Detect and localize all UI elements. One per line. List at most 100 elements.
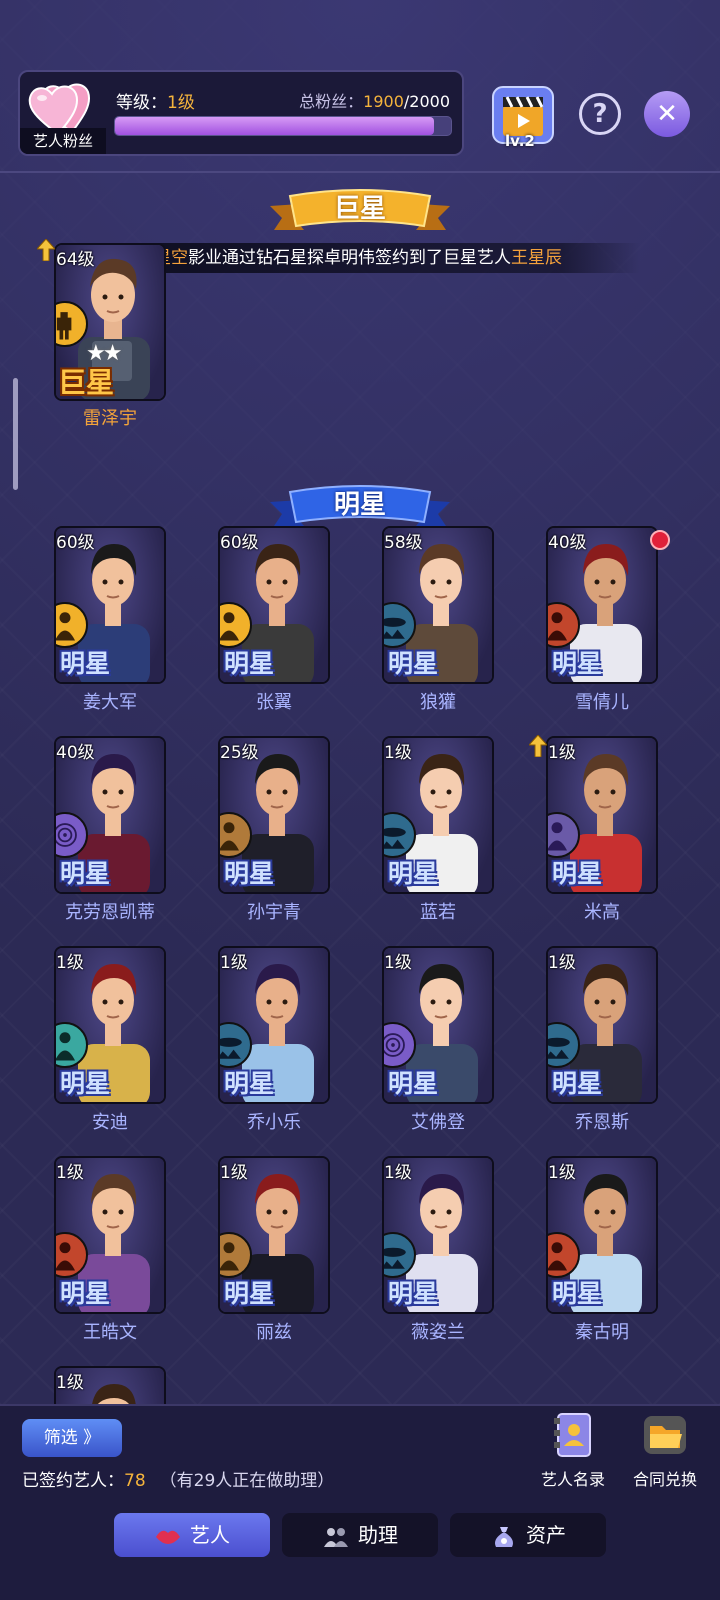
contract-label: 合同兑换 xyxy=(632,1470,697,1489)
contract-exchange-button[interactable]: 合同兑换 xyxy=(620,1412,710,1490)
header: 艺人粉丝 等级：1级 总粉丝：1900/2000 lv.2 ? ✕ xyxy=(0,0,720,173)
card-level: 1级 xyxy=(548,743,576,763)
scrollbar[interactable] xyxy=(13,378,18,490)
artist-name: 乔小乐 xyxy=(247,1112,301,1133)
level-up-arrow-icon xyxy=(35,238,57,262)
artist-card[interactable]: 1级 明星 xyxy=(546,946,658,1104)
card-level: 1级 xyxy=(384,1163,412,1183)
card-level: 1级 xyxy=(56,1373,84,1393)
artist-card[interactable]: 60级明星 xyxy=(54,526,166,684)
notification-dot xyxy=(650,530,670,550)
artist-name: 薇姿兰 xyxy=(411,1322,465,1343)
tier-label: 明星 xyxy=(388,859,439,888)
artist-card[interactable]: 1级明星 xyxy=(546,1156,658,1314)
superstar-banner: 巨星 xyxy=(270,186,450,238)
tier-label: 明星 xyxy=(224,1279,275,1308)
artist-name: 秦古明 xyxy=(575,1322,629,1343)
card-level: 1级 xyxy=(384,953,412,973)
folder-icon xyxy=(644,1416,686,1454)
card-level: 60级 xyxy=(56,533,95,553)
tier-label: 明星 xyxy=(388,1069,439,1098)
star-banner-text: 明星 xyxy=(333,490,386,520)
tab-label: 助理 xyxy=(358,1523,398,1547)
sign-notice: 坠落星空影业通过钻石星探卓明伟签约到了巨星艺人王星辰 xyxy=(120,243,640,273)
card-level: 58级 xyxy=(384,533,423,553)
signed-label: 已签约艺人： xyxy=(22,1471,124,1491)
artist-card[interactable]: 1级明星 xyxy=(546,736,658,894)
artist-name: 雪倩儿 xyxy=(575,692,629,713)
artist-card[interactable]: 1级明星 xyxy=(54,946,166,1104)
artist-name: 克劳恩凯蒂 xyxy=(65,902,155,923)
lips-icon xyxy=(156,1530,180,1544)
card-level: 25级 xyxy=(220,743,259,763)
artist-card[interactable]: 1级 明星 xyxy=(54,1156,166,1314)
tab-label: 资产 xyxy=(526,1523,566,1547)
tier-label: 明星 xyxy=(552,1279,603,1308)
bottom-tab-bar: 艺人 助理 资产 xyxy=(0,1513,720,1600)
fan-panel: 艺人粉丝 等级：1级 总粉丝：1900/2000 xyxy=(18,70,464,156)
tab-assistants[interactable]: 助理 xyxy=(282,1513,438,1557)
card-level: 64级 xyxy=(56,250,95,270)
tier-label: 明星 xyxy=(224,1069,275,1098)
artist-name: 米高 xyxy=(584,902,620,923)
artist-card[interactable]: 40级明星 xyxy=(546,526,658,684)
artist-card[interactable]: 40级明星 xyxy=(54,736,166,894)
artist-card[interactable]: 1级明星 xyxy=(218,946,330,1104)
artist-roster-button[interactable]: 艺人名录 xyxy=(528,1412,618,1490)
money-bag-icon xyxy=(495,1526,513,1547)
card-level: 40级 xyxy=(56,743,95,763)
fans-progress-fill xyxy=(115,117,435,135)
notice-text: 影业通过钻石星探卓明伟签约到了巨星艺人 xyxy=(188,248,511,268)
signed-artists: 已签约艺人：78 （有29人正在做助理） xyxy=(22,1466,334,1491)
card-level: 1级 xyxy=(548,1163,576,1183)
tier-label: 明星 xyxy=(224,859,275,888)
studio-level: lv.2 xyxy=(505,132,535,150)
artist-name: 雷泽宇 xyxy=(83,408,137,429)
artist-name: 蓝若 xyxy=(420,902,456,923)
assistant-icon xyxy=(324,1527,348,1547)
fan-tag: 艺人粉丝 xyxy=(20,128,106,154)
close-button[interactable]: ✕ xyxy=(644,91,690,137)
fans-progress-bar xyxy=(114,116,452,136)
card-level: 1级 xyxy=(220,953,248,973)
artist-card[interactable]: 1级明星 xyxy=(382,946,494,1104)
tier-label: 明星 xyxy=(60,1069,111,1098)
artist-name: 姜大军 xyxy=(83,692,137,713)
card-level: 1级 xyxy=(384,743,412,763)
artist-name: 张翼 xyxy=(256,692,292,713)
artist-card[interactable]: 60级 明星 xyxy=(218,526,330,684)
tier-label: 明星 xyxy=(552,859,603,888)
header-divider xyxy=(0,171,720,173)
signed-count: 78 xyxy=(124,1471,146,1491)
artist-card[interactable]: 25级明星 xyxy=(218,736,330,894)
artist-card[interactable]: 1级明星 xyxy=(382,736,494,894)
fans-label: 总粉丝： xyxy=(299,92,364,111)
tab-assets[interactable]: 资产 xyxy=(450,1513,606,1557)
artist-name: 安迪 xyxy=(92,1112,128,1133)
superstar-banner-text: 巨星 xyxy=(333,194,386,224)
artist-name: 王皓文 xyxy=(83,1322,137,1343)
card-level: 1级 xyxy=(220,1163,248,1183)
total-fans: 总粉丝：1900/2000 xyxy=(299,88,450,112)
fans-current: 1900 xyxy=(363,92,404,111)
artist-name: 乔恩斯 xyxy=(575,1112,629,1133)
superstar-card[interactable]: 64级 ★★ 巨星 xyxy=(54,243,166,401)
tier-label: 明星 xyxy=(60,649,111,678)
tier-label: 明星 xyxy=(552,649,603,678)
artist-name: 孙宇青 xyxy=(247,902,301,923)
artist-card[interactable]: 1级 明星 xyxy=(382,1156,494,1314)
assistant-note: （有29人正在做助理） xyxy=(159,1471,335,1491)
tab-artists[interactable]: 艺人 xyxy=(114,1513,270,1557)
fans-total: 2000 xyxy=(409,92,450,111)
help-button[interactable]: ? xyxy=(579,93,621,135)
artist-name: 艾佛登 xyxy=(411,1112,465,1133)
card-level: 40级 xyxy=(548,533,587,553)
filter-button[interactable]: 筛选 》 xyxy=(22,1419,122,1457)
card-level: 1级 xyxy=(56,953,84,973)
artist-name: 丽兹 xyxy=(256,1322,292,1343)
tier-label: 明星 xyxy=(60,859,111,888)
fan-level: 等级：1级 xyxy=(116,88,195,113)
tier-label: 巨星 xyxy=(58,366,115,399)
artist-card[interactable]: 58级 明星 xyxy=(382,526,494,684)
artist-card[interactable]: 1级明星 xyxy=(218,1156,330,1314)
